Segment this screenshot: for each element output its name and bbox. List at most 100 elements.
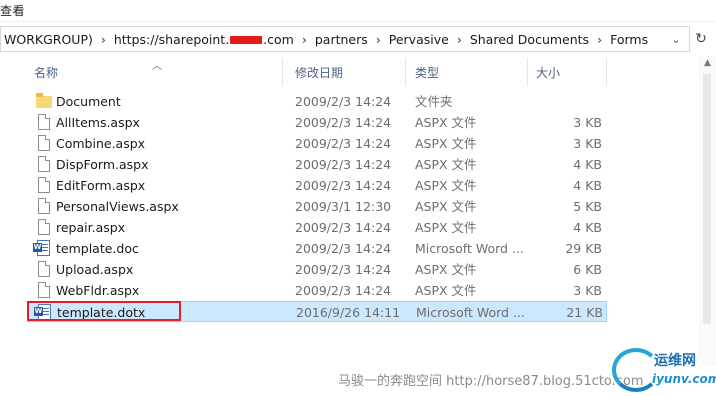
scroll-up-arrow-icon[interactable]: ▲ xyxy=(699,58,716,72)
breadcrumb-shared-documents[interactable]: Shared Documents xyxy=(467,32,592,47)
file-size: 4 KB xyxy=(573,178,602,193)
file-icon xyxy=(36,114,52,131)
column-divider[interactable] xyxy=(405,58,406,86)
file-icon xyxy=(36,156,52,173)
column-divider[interactable] xyxy=(606,58,607,86)
file-size: 3 KB xyxy=(573,115,602,130)
file-date: 2009/2/3 14:24 xyxy=(295,94,392,109)
file-type: ASPX 文件 xyxy=(415,178,477,193)
file-size: 5 KB xyxy=(573,199,602,214)
file-row[interactable]: DispForm.aspx 2009/2/3 14:24 ASPX 文件 4 KB xyxy=(27,154,607,175)
file-date: 2009/2/3 14:24 xyxy=(295,241,392,256)
breadcrumb-partners[interactable]: partners xyxy=(312,32,371,47)
word-document-icon: W xyxy=(33,240,52,257)
file-name: DispForm.aspx xyxy=(56,157,149,172)
file-row[interactable]: Document 2009/2/3 14:24 文件夹 xyxy=(27,91,607,112)
chevron-right-icon[interactable]: › xyxy=(452,32,467,47)
file-size: 6 KB xyxy=(573,262,602,277)
column-header-row: 名称 修改日期 类型 大小 xyxy=(20,56,620,88)
refresh-icon[interactable]: ↻ xyxy=(690,29,712,49)
file-type: ASPX 文件 xyxy=(415,115,477,130)
column-header-type[interactable]: 类型 xyxy=(415,56,439,88)
chevron-down-icon[interactable]: ⌄ xyxy=(669,30,683,48)
redaction-mark xyxy=(230,36,263,44)
file-row[interactable]: repair.aspx 2009/2/3 14:24 ASPX 文件 4 KB xyxy=(27,217,607,238)
file-size xyxy=(532,91,602,112)
file-date: 2009/3/1 12:30 xyxy=(295,199,392,214)
file-name: Document xyxy=(56,94,121,109)
breadcrumb-pervasive[interactable]: Pervasive xyxy=(386,32,452,47)
file-name: EditForm.aspx xyxy=(56,178,146,193)
file-row[interactable]: Combine.aspx 2009/2/3 14:24 ASPX 文件 3 KB xyxy=(27,133,607,154)
logo-brand-text: 运维网 xyxy=(654,353,696,369)
file-icon xyxy=(36,261,52,278)
file-row[interactable]: Wtemplate.doc 2009/2/3 14:24 Microsoft Wor… xyxy=(27,238,607,259)
file-name: repair.aspx xyxy=(56,220,126,235)
file-icon xyxy=(36,282,52,299)
tab-view[interactable]: 查看 xyxy=(0,2,25,19)
ribbon-strip: 查看 xyxy=(0,0,716,22)
file-date: 2016/9/26 14:11 xyxy=(296,305,401,320)
watermark-text: 马骏一的奔跑空间 http://horse87.blog.51cto.com xyxy=(338,374,644,389)
breadcrumb-forms[interactable]: Forms xyxy=(607,32,651,47)
scrollbar-thumb[interactable] xyxy=(703,74,711,324)
file-date: 2009/2/3 14:24 xyxy=(295,262,392,277)
file-size: 4 KB xyxy=(573,220,602,235)
file-icon xyxy=(36,135,52,152)
file-row[interactable]: AllItems.aspx 2009/2/3 14:24 ASPX 文件 3 KB xyxy=(27,112,607,133)
logo-url-text: iyunv.com xyxy=(652,372,716,386)
address-bar[interactable]: WORKGROUP) › https://sharepoint. .com › p… xyxy=(0,26,690,52)
chevron-right-icon[interactable]: › xyxy=(371,32,386,47)
breadcrumb-site-host: https://sharepoint. xyxy=(113,31,230,47)
column-divider[interactable] xyxy=(282,58,283,86)
file-type: Microsoft Word ... xyxy=(416,305,525,320)
file-size: 3 KB xyxy=(573,136,602,151)
breadcrumb-site[interactable]: https://sharepoint. .com xyxy=(111,32,297,47)
column-header-date[interactable]: 修改日期 xyxy=(295,56,343,88)
file-size: 21 KB xyxy=(566,305,603,320)
file-name: Combine.aspx xyxy=(56,136,146,151)
file-date: 2009/2/3 14:24 xyxy=(295,115,392,130)
chevron-right-icon[interactable]: › xyxy=(297,32,312,47)
file-type: Microsoft Word ... xyxy=(415,241,524,256)
file-type: ASPX 文件 xyxy=(415,283,477,298)
file-type: 文件夹 xyxy=(415,94,453,109)
file-icon xyxy=(36,198,52,215)
column-header-name[interactable]: 名称 xyxy=(34,56,58,88)
file-type: ASPX 文件 xyxy=(415,199,477,214)
file-row[interactable]: WebFldr.aspx 2009/2/3 14:24 ASPX 文件 3 KB xyxy=(27,280,607,301)
file-date: 2009/2/3 14:24 xyxy=(295,157,392,172)
file-name: WebFldr.aspx xyxy=(56,283,140,298)
folder-icon xyxy=(36,93,52,110)
file-date: 2009/2/3 14:24 xyxy=(295,136,392,151)
file-icon xyxy=(36,177,52,194)
file-type: ASPX 文件 xyxy=(415,262,477,277)
file-date: 2009/2/3 14:24 xyxy=(295,178,392,193)
file-icon xyxy=(36,219,52,236)
file-name: AllItems.aspx xyxy=(56,115,140,130)
file-row[interactable]: PersonalViews.aspx 2009/3/1 12:30 ASPX 文件 5… xyxy=(27,196,607,217)
file-date: 2009/2/3 14:24 xyxy=(295,283,392,298)
file-name: template.doc xyxy=(56,241,139,256)
file-size: 29 KB xyxy=(565,241,602,256)
file-name: PersonalViews.aspx xyxy=(56,199,179,214)
explorer-window: 查看 WORKGROUP) › https://sharepoint. .com … xyxy=(0,0,716,396)
file-row[interactable]: EditForm.aspx 2009/2/3 14:24 ASPX 文件 4 KB xyxy=(27,175,607,196)
file-size: 4 KB xyxy=(573,157,602,172)
breadcrumb-site-domain: .com xyxy=(263,31,294,47)
watermark-logo: 运维网 iyunv.com xyxy=(612,342,716,396)
file-type: ASPX 文件 xyxy=(415,220,477,235)
file-row[interactable]: Upload.aspx 2009/2/3 14:24 ASPX 文件 6 KB xyxy=(27,259,607,280)
file-date: 2009/2/3 14:24 xyxy=(295,220,392,235)
chevron-right-icon[interactable]: › xyxy=(96,32,111,47)
breadcrumb-workgroup[interactable]: WORKGROUP) xyxy=(1,32,96,47)
sort-ascending-icon: ︿ xyxy=(152,61,162,72)
file-size: 3 KB xyxy=(573,283,602,298)
column-divider[interactable] xyxy=(527,58,528,86)
file-type: ASPX 文件 xyxy=(415,157,477,172)
file-type: ASPX 文件 xyxy=(415,136,477,151)
annotation-highlight-box xyxy=(27,301,181,321)
chevron-right-icon[interactable]: › xyxy=(592,32,607,47)
file-name: Upload.aspx xyxy=(56,262,134,277)
column-header-size[interactable]: 大小 xyxy=(536,56,560,88)
